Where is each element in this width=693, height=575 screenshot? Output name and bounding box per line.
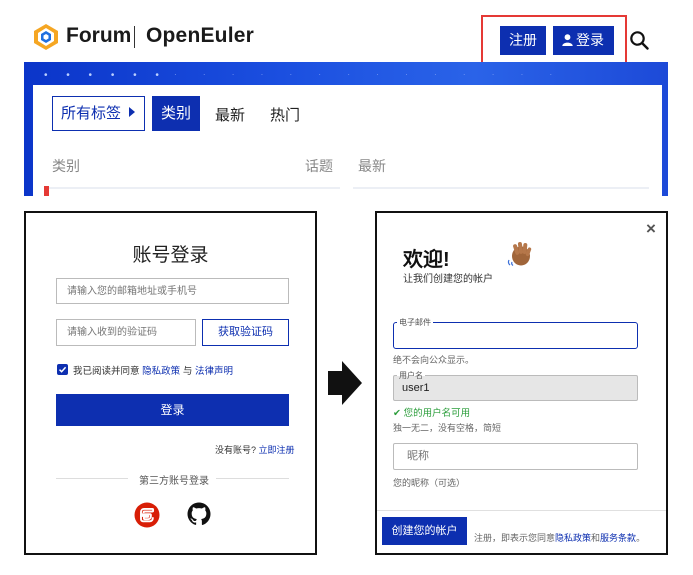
terms-and-text: 和	[591, 533, 601, 543]
no-account-text: 没有账号?	[215, 445, 257, 455]
column-divider-left	[44, 187, 340, 189]
logo-divider	[134, 26, 135, 48]
signup-footer-divider	[377, 510, 666, 511]
logo-brand-text[interactable]: OpenEuler	[146, 24, 254, 48]
divider-line-right	[216, 478, 289, 479]
agree-prefix: 我已阅读并同意	[73, 366, 140, 377]
column-header-topics: 话题	[305, 158, 333, 174]
column-header-category: 类别	[52, 158, 80, 174]
nickname-field[interactable]: 昵称	[393, 443, 638, 470]
category-color-marker	[44, 186, 49, 196]
banner-dots-decoration-faint: · · · · · · · · · · · · · ·	[174, 70, 565, 79]
username-available-text: 您的用户名可用	[403, 408, 471, 419]
email-phone-input[interactable]	[56, 278, 289, 304]
tab-latest[interactable]: 最新	[215, 104, 245, 125]
all-tags-label: 所有标签	[61, 105, 122, 122]
search-icon[interactable]	[629, 30, 649, 50]
agree-checkbox[interactable]	[57, 364, 68, 375]
username-help-text: 独一无二，没有空格，简短	[393, 423, 502, 433]
privacy-policy-link[interactable]: 隐私政策	[142, 366, 180, 377]
terms-privacy-link[interactable]: 隐私政策	[555, 533, 591, 543]
tab-categories[interactable]: 类别	[152, 96, 200, 131]
terms-suffix: 。	[636, 533, 646, 543]
logo-forum-text[interactable]: Forum	[66, 24, 131, 48]
column-divider-right	[353, 187, 649, 189]
column-header-latest: 最新	[358, 158, 386, 174]
get-code-button[interactable]: 获取验证码	[202, 319, 289, 346]
gitee-icon[interactable]	[134, 502, 160, 528]
divider-line-left	[56, 478, 128, 479]
github-icon[interactable]	[187, 502, 211, 526]
email-field-label: 电子邮件	[397, 317, 433, 328]
login-submit-button[interactable]: 登录	[56, 394, 289, 426]
checkmark-icon	[58, 366, 67, 373]
forum-logo-icon[interactable]	[33, 23, 59, 51]
register-button[interactable]: 注册	[500, 26, 546, 55]
username-field[interactable]: user1	[393, 375, 638, 401]
verification-code-input[interactable]	[56, 319, 196, 346]
arrow-right-icon	[328, 361, 362, 405]
create-account-button[interactable]: 创建您的帐户	[382, 517, 467, 545]
third-party-login-label: 第三方账号登录	[139, 476, 209, 487]
no-account-prompt: 没有账号? 立即注册	[215, 443, 295, 456]
terms-statement: 注册，即表示您同意隐私政策和服务条款。	[474, 531, 645, 544]
welcome-title: 欢迎!	[403, 249, 450, 271]
login-title: 账号登录	[132, 245, 209, 266]
nickname-help-text: 您的昵称（可选）	[393, 478, 466, 488]
caret-right-icon	[129, 107, 136, 117]
login-button[interactable]: 登录	[553, 26, 614, 55]
legal-notice-link[interactable]: 法律声明	[195, 366, 233, 377]
agree-statement: 我已阅读并同意 隐私政策 与 法律声明	[73, 363, 233, 377]
username-available-message: ✔ 您的用户名可用	[393, 405, 470, 419]
waving-hand-icon	[507, 241, 532, 266]
register-now-link[interactable]: 立即注册	[259, 445, 295, 455]
login-button-label: 登录	[576, 32, 604, 48]
user-icon	[562, 34, 573, 47]
terms-prefix: 注册，即表示您同意	[474, 533, 556, 543]
close-icon[interactable]: ×	[646, 219, 656, 239]
agree-and-text: 与	[182, 366, 193, 377]
email-help-text: 绝不会向公众显示。	[393, 355, 475, 365]
checkmark-icon: ✔	[393, 408, 401, 419]
tab-hot[interactable]: 热门	[270, 104, 300, 125]
welcome-subtitle: 让我们创建您的帐户	[403, 274, 493, 285]
username-field-label: 用户名	[397, 370, 425, 381]
site-header: Forum OpenEuler 注册 登录	[0, 0, 693, 66]
all-tags-dropdown[interactable]: 所有标签	[52, 96, 145, 131]
banner-dots-decoration: • • • • • •	[44, 70, 167, 81]
terms-of-service-link[interactable]: 服务条款	[600, 533, 636, 543]
